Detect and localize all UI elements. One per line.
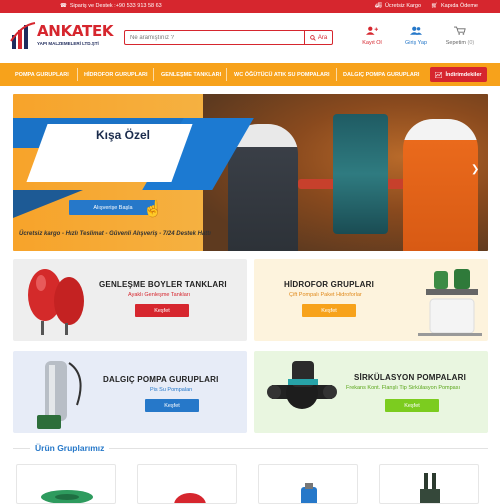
free-shipping-text: Ücretsiz Kargo [384, 3, 422, 9]
nav-divider [153, 68, 154, 81]
search-input[interactable] [125, 31, 305, 44]
cart-small-icon: 🛒︎ [431, 3, 438, 9]
explore-button[interactable]: Keşfet [135, 304, 189, 317]
product-card[interactable] [379, 464, 479, 504]
explore-button[interactable]: Keşfet [302, 304, 356, 317]
nav-divider [226, 68, 227, 81]
nav-divider [336, 68, 337, 81]
category-title: GENLEŞME BOYLER TANKLARI [99, 280, 227, 289]
login-link[interactable]: Giriş Yap [396, 26, 436, 46]
circulation-pump-image [267, 361, 337, 409]
hero-title-line2: İndirim fırsatlarını [74, 145, 168, 159]
category-card-dalgic[interactable]: DALGIÇ POMPA GURUPLARI Pis Su Pompaları … [13, 351, 247, 433]
cart-link[interactable]: Sepetim (0) [440, 26, 480, 46]
register-link[interactable]: Kayıt Ol [352, 26, 392, 46]
support-text: Sipariş ve Destek :+90 533 913 58 63 [69, 3, 162, 9]
carousel-next-icon[interactable]: ❯ [471, 164, 479, 175]
hero-title-line3: Kaçırmayın [90, 162, 152, 176]
main-nav: POMPA GURUPLARI HİDROFOR GURUPLARI GENLE… [0, 63, 500, 86]
login-label: Giriş Yap [404, 40, 428, 46]
header: ANKATEK YAPI MALZEMELERİ LTD.ŞTİ Ara Kay… [0, 13, 500, 63]
category-title: HİDROFOR GRUPLARI [284, 280, 375, 289]
explore-button[interactable]: Keşfet [145, 399, 199, 412]
logo-mark-icon [10, 22, 36, 49]
category-subtitle: Frekans Kont. Flanşlı Tip Sirkülasyon Po… [346, 385, 461, 391]
carousel-prev-icon[interactable]: ❮ [43, 164, 51, 175]
brand-name: ANKATEK [37, 22, 114, 40]
category-card-genlesme[interactable]: GENLEŞME BOYLER TANKLARI Ayaklı Genleşme… [13, 259, 247, 341]
red-tank-image [174, 493, 206, 503]
category-title: DALGIÇ POMPA GURUPLARI [103, 375, 219, 384]
category-card-sirkulasyon[interactable]: SİRKÜLASYON POMPALARI Frekans Kont. Flan… [254, 351, 488, 433]
cash-on-delivery-text: Kapıda Ödeme [441, 3, 478, 9]
site-logo[interactable]: ANKATEK YAPI MALZEMELERİ LTD.ŞTİ [10, 19, 114, 59]
explore-button[interactable]: Keşfet [385, 399, 439, 412]
phone-icon: ☎ [60, 3, 67, 9]
hero-title-line1: Kışa Özel [95, 128, 151, 142]
pump-machine-shape [333, 114, 388, 234]
support-info: ☎ Sipariş ve Destek :+90 533 913 58 63 [60, 3, 162, 9]
product-card[interactable] [258, 464, 358, 504]
deals-button[interactable]: İndirimdekiler [430, 67, 487, 82]
register-label: Kayıt Ol [362, 40, 382, 46]
top-bar: ☎ Sipariş ve Destek :+90 533 913 58 63 🚚… [0, 0, 500, 13]
product-card[interactable] [137, 464, 237, 504]
category-subtitle: Çift Pompalı Paket Hidroforlar [289, 292, 362, 298]
expansion-tank-image [28, 269, 84, 335]
category-title: SİRKÜLASYON POMPALARI [354, 373, 467, 382]
nav-item-hidrofor[interactable]: HİDROFOR GURUPLARI [84, 63, 148, 86]
search-button-label: Ara [317, 34, 328, 41]
green-pipe-roll-image [41, 490, 93, 503]
category-subtitle: Ayaklı Genleşme Tankları [128, 292, 191, 298]
category-subtitle: Pis Su Pompaları [150, 387, 193, 393]
truck-icon: 🚚︎ [374, 3, 382, 9]
deals-label: İndirimdekiler [445, 71, 482, 78]
worker-figure [403, 119, 478, 251]
search-button[interactable]: Ara [304, 31, 332, 44]
cart-count: (0) [467, 40, 475, 46]
users-icon [410, 26, 422, 35]
section-title: Ürün Gruplarımız [30, 443, 110, 453]
nav-item-wc-ogutucu[interactable]: WC ÖĞÜTÜCÜ ATIK SU POMPALARI [234, 63, 330, 86]
dark-pump-image [420, 473, 440, 503]
chart-icon [435, 71, 443, 78]
hero-banner[interactable]: Kışa Özel İndirim fırsatlarını Kaçırmayı… [13, 94, 488, 251]
submersible-pump-image [37, 361, 82, 429]
nav-item-dalgic[interactable]: DALGIÇ POMPA GURUPLARI [343, 63, 419, 86]
nav-divider [77, 68, 78, 81]
nav-item-pompa[interactable]: POMPA GURUPLARI [15, 63, 69, 86]
cart-icon [454, 26, 466, 35]
cart-label: Sepetim [445, 40, 466, 46]
free-shipping-info: 🚚︎ Ücretsiz Kargo [375, 3, 421, 9]
cash-on-delivery-info: 🛒︎ Kapıda Ödeme [431, 3, 478, 9]
brand-subtitle: YAPI MALZEMELERİ LTD.ŞTİ [37, 41, 99, 46]
search-icon [310, 34, 316, 41]
product-card[interactable] [16, 464, 116, 504]
category-card-hidrofor[interactable]: HİDROFOR GRUPLARI Çift Pompalı Paket Hid… [254, 259, 488, 341]
nav-item-genlesme[interactable]: GENLEŞME TANKLARI [161, 63, 221, 86]
user-plus-icon [366, 26, 378, 35]
hero-tagline: Ücretsiz kargo - Hızlı Teslimat - Güvenl… [19, 231, 211, 237]
hydrophore-pump-image [418, 269, 482, 336]
search-bar: Ara [124, 30, 333, 45]
pointer-hand-icon: ☝ [143, 201, 163, 218]
blue-pump-image [301, 483, 317, 503]
